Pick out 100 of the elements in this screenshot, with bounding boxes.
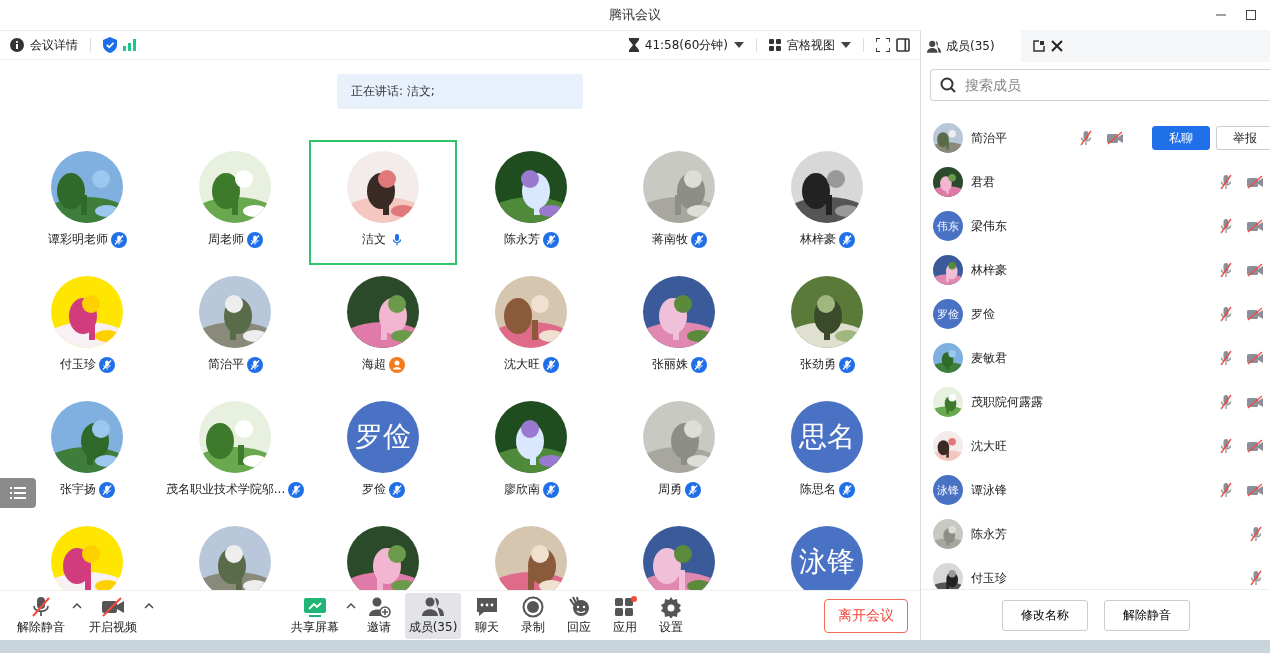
search-icon[interactable]	[940, 77, 956, 93]
record-icon[interactable]	[521, 595, 546, 618]
member-name: 梁伟东	[971, 217, 1007, 235]
camera-off-icon[interactable]	[1246, 351, 1264, 365]
avatar-initials: 伟东	[933, 211, 963, 241]
signal-icon[interactable]	[123, 39, 137, 51]
member-name: 茂职院何露露	[971, 393, 1043, 411]
private-chat-button[interactable]: 私聊	[1152, 126, 1210, 150]
people-icon[interactable]	[421, 595, 445, 618]
muted-mic-icon[interactable]	[1218, 482, 1234, 498]
muted-mic-icon[interactable]	[1078, 130, 1094, 146]
muted-mic-icon[interactable]	[1248, 526, 1264, 542]
participant-name: 林梓豪	[799, 231, 836, 248]
toolbar-button[interactable]: 成员(35)	[404, 592, 462, 639]
leave-meeting-button[interactable]: 离开会议	[824, 598, 908, 633]
toolbar-button[interactable]: 解除静音	[13, 592, 69, 639]
camera-off-icon[interactable]	[1246, 395, 1264, 409]
avatar-initials: 罗俭	[347, 401, 419, 473]
muted-mic-icon[interactable]	[1218, 174, 1234, 190]
member-name: 付玉珍	[971, 569, 1007, 587]
toolbar-button[interactable]: 录制	[513, 592, 554, 639]
meeting-info-link[interactable]: 会议详情	[30, 36, 78, 54]
settings-icon[interactable]	[659, 595, 684, 618]
camera-off-icon[interactable]	[1246, 219, 1264, 233]
muted-mic-icon[interactable]	[1218, 262, 1234, 278]
avatar-initials: 思名	[791, 401, 863, 473]
camera-off-icon[interactable]	[1246, 439, 1264, 453]
participant-name: 张丽姝	[651, 356, 688, 373]
muted-mic-icon[interactable]	[1218, 394, 1234, 410]
participant-name: 谭彩明老师	[47, 231, 108, 248]
add-person-icon[interactable]	[366, 595, 391, 618]
view-mode-dropdown[interactable]: 宫格视图	[787, 36, 835, 54]
toolbar-button[interactable]: 聊天	[467, 592, 508, 639]
muted-mic-icon[interactable]	[1218, 306, 1234, 322]
caret-icon[interactable]	[72, 602, 82, 609]
members-tab[interactable]: 成员(35)	[921, 30, 1021, 62]
participant-name: 张劲勇	[799, 356, 836, 373]
maximize-icon[interactable]	[1246, 10, 1256, 20]
camera-off-icon[interactable]	[1246, 307, 1264, 321]
camera-off-icon[interactable]	[1246, 263, 1264, 277]
muted-mic-icon[interactable]	[1248, 570, 1264, 586]
shield-icon[interactable]	[103, 37, 117, 53]
report-button[interactable]: 举报	[1216, 126, 1270, 150]
toolbar-button[interactable]: 设置	[651, 592, 692, 639]
panel-footer-button[interactable]: 修改名称	[1001, 599, 1088, 631]
participant-name: 陈思名	[799, 481, 836, 498]
caret-icon[interactable]	[345, 602, 356, 609]
list-button[interactable]	[0, 478, 36, 508]
member-name: 谭泳锋	[971, 481, 1007, 499]
muted-mic-icon[interactable]	[1218, 438, 1234, 454]
apps-grid-icon[interactable]	[613, 595, 638, 618]
muted-mic-icon[interactable]	[1218, 350, 1234, 366]
panel-footer-button[interactable]: 解除静音	[1103, 599, 1190, 631]
member-name: 陈永芳	[971, 525, 1007, 543]
participant-name: 蒋南牧	[651, 231, 688, 248]
participant-tile[interactable]: 洁文	[309, 140, 457, 265]
participant-name: 沈大旺	[503, 356, 540, 373]
people-icon[interactable]	[927, 39, 941, 53]
popout-icon[interactable]	[1033, 40, 1045, 52]
member-name: 沈大旺	[971, 437, 1007, 455]
member-name: 麦敏君	[971, 349, 1007, 367]
camera-off-icon[interactable]	[1246, 175, 1264, 189]
sidebar-icon[interactable]	[896, 38, 910, 52]
camera-off-icon[interactable]	[101, 595, 125, 618]
toolbar-button[interactable]: 开启视频	[85, 592, 141, 639]
screen-share-icon[interactable]	[302, 595, 327, 618]
participant-name: 洁文	[361, 231, 386, 248]
fullscreen-icon[interactable]	[876, 38, 890, 52]
participant-name: 茂名职业技术学院邬...	[165, 481, 286, 498]
info-icon[interactable]	[10, 38, 24, 52]
participant-name: 陈永芳	[503, 231, 540, 248]
member-name: 君君	[971, 173, 995, 191]
member-name: 罗俭	[971, 305, 995, 323]
participant-name: 周老师	[207, 231, 244, 248]
muted-mic-icon[interactable]	[1218, 218, 1234, 234]
window-title: 腾讯会议	[609, 6, 661, 24]
participant-name: 简治平	[207, 356, 244, 373]
caret-icon[interactable]	[144, 602, 154, 609]
toolbar-button[interactable]: 邀请	[358, 592, 399, 639]
member-name: 简治平	[971, 129, 1007, 147]
toolbar-button[interactable]: 回应	[559, 592, 600, 639]
camera-off-icon[interactable]	[1106, 131, 1124, 145]
caret-icon[interactable]	[734, 42, 744, 48]
participant-name: 罗俭	[361, 481, 386, 498]
toolbar-button[interactable]: 应用	[605, 592, 646, 639]
hand-wave-icon[interactable]	[567, 595, 592, 618]
chat-bubble-icon[interactable]	[475, 595, 500, 618]
caret-icon[interactable]	[841, 42, 851, 48]
participant-name: 海超	[361, 356, 386, 373]
speaking-banner: 正在讲话: 洁文;	[337, 74, 583, 109]
camera-off-icon[interactable]	[1246, 483, 1264, 497]
close-icon[interactable]	[1051, 40, 1063, 52]
meeting-timer[interactable]: 41:58(60分钟)	[644, 36, 728, 54]
toolbar-button[interactable]: 共享屏幕	[286, 592, 343, 639]
list-icon[interactable]	[10, 487, 26, 499]
hourglass-icon	[628, 38, 639, 52]
grid-icon[interactable]	[769, 39, 781, 51]
search-field[interactable]: 搜索成员	[930, 69, 1270, 101]
muted-mic-icon[interactable]	[29, 595, 53, 618]
member-name: 林梓豪	[971, 261, 1007, 279]
